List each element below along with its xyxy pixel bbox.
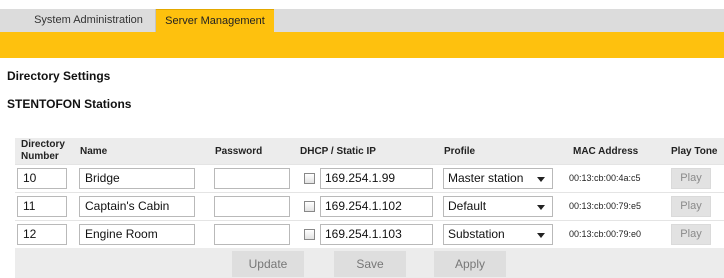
directory-number-field[interactable]: 12 (17, 224, 67, 245)
header-profile: Profile (444, 146, 476, 157)
profile-select[interactable]: Default (443, 196, 553, 217)
header-play-tone: Play Tone (671, 146, 718, 157)
password-field[interactable] (214, 168, 290, 189)
stations-table: Directory Number Name Password DHCP / St… (15, 138, 724, 278)
tab-content-band (0, 32, 724, 58)
mac-address: 00:13:cb:00:79:e5 (569, 201, 642, 211)
directory-number-field[interactable]: 11 (17, 196, 67, 217)
static-ip-field[interactable]: 169.254.1.103 (320, 224, 433, 245)
name-field[interactable]: Bridge (79, 168, 195, 189)
header-directory-number: Directory Number (21, 139, 65, 163)
dhcp-ip-group: 169.254.1.99 (300, 168, 433, 189)
tab-system-administration[interactable]: System Administration (22, 9, 156, 32)
play-tone-button[interactable]: Play (671, 196, 711, 217)
table-header: Directory Number Name Password DHCP / St… (15, 138, 724, 164)
dhcp-ip-group: 169.254.1.102 (300, 196, 433, 217)
header-name: Name (80, 146, 108, 157)
static-ip-field[interactable]: 169.254.1.102 (320, 196, 433, 217)
profile-select[interactable]: Substation (443, 224, 553, 245)
play-tone-button[interactable]: Play (671, 224, 711, 245)
table-row: 12 Engine Room 169.254.1.103 Substation … (15, 220, 724, 248)
mac-address: 00:13:cb:00:4a:c5 (569, 173, 641, 183)
header-dhcp-static-ip: DHCP / Static IP (300, 146, 376, 157)
tab-bar: System Administration Server Management (0, 9, 724, 32)
password-field[interactable] (214, 224, 290, 245)
play-tone-button[interactable]: Play (671, 168, 711, 189)
header-password: Password (215, 146, 263, 157)
profile-selected-value: Default (448, 199, 487, 213)
mac-address: 00:13:cb:00:79:e0 (569, 229, 642, 239)
dhcp-checkbox[interactable] (304, 173, 315, 184)
chevron-down-icon (537, 233, 545, 238)
dhcp-checkbox[interactable] (304, 201, 315, 212)
profile-selected-value: Substation (448, 227, 505, 241)
header-mac-address: MAC Address (573, 146, 639, 157)
chevron-down-icon (537, 205, 545, 210)
static-ip-field[interactable]: 169.254.1.99 (320, 168, 433, 189)
table-row: 10 Bridge 169.254.1.99 Master station 00… (15, 164, 724, 192)
apply-button[interactable]: Apply (434, 251, 506, 277)
name-field[interactable]: Engine Room (79, 224, 195, 245)
tab-server-management[interactable]: Server Management (156, 9, 274, 32)
chevron-down-icon (537, 177, 545, 182)
section-subtitle: STENTOFON Stations (7, 97, 132, 111)
dhcp-checkbox[interactable] (304, 229, 315, 240)
profile-selected-value: Master station (448, 171, 524, 185)
save-button[interactable]: Save (334, 251, 406, 277)
header-directory-line1: Directory (21, 139, 65, 150)
table-row: 11 Captain's Cabin 169.254.1.102 Default… (15, 192, 724, 220)
action-bar: Update Save Apply (15, 248, 724, 278)
dhcp-ip-group: 169.254.1.103 (300, 224, 433, 245)
update-button[interactable]: Update (232, 251, 304, 277)
profile-select[interactable]: Master station (443, 168, 553, 189)
header-directory-line2: Number (21, 151, 59, 162)
name-field[interactable]: Captain's Cabin (79, 196, 195, 217)
page-title: Directory Settings (7, 69, 111, 83)
directory-number-field[interactable]: 10 (17, 168, 67, 189)
password-field[interactable] (214, 196, 290, 217)
